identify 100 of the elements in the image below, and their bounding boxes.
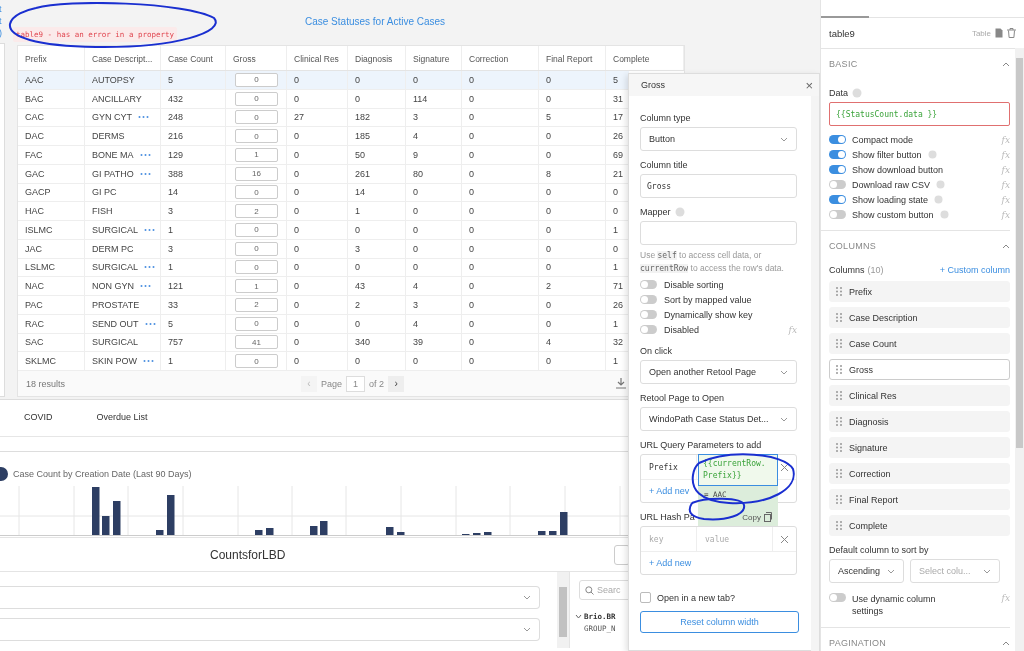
drag-handle-icon[interactable] — [836, 443, 842, 452]
column-header[interactable]: Signature — [406, 46, 462, 70]
cell-button[interactable]: 0 — [235, 72, 278, 87]
dropdown[interactable] — [0, 586, 540, 609]
toggle-switch[interactable] — [640, 325, 657, 334]
more-icon[interactable] — [144, 321, 156, 326]
custom-column-link[interactable]: + Custom column — [939, 265, 1010, 275]
column-title-field[interactable]: Gross — [640, 174, 797, 198]
cell-button[interactable]: 1 — [235, 147, 278, 162]
more-icon[interactable] — [144, 265, 155, 270]
help-icon[interactable] — [674, 207, 685, 217]
mapper-field[interactable] — [640, 221, 797, 245]
add-new-link[interactable]: + Add nev — [649, 486, 690, 496]
checkbox[interactable] — [640, 592, 651, 603]
cell-button[interactable]: 0 — [235, 222, 278, 237]
drag-handle-icon[interactable] — [836, 287, 842, 296]
cell-button[interactable]: 0 — [235, 316, 278, 331]
scrollbar[interactable] — [1015, 48, 1024, 651]
cell-button[interactable]: 0 — [235, 241, 278, 256]
column-header[interactable]: Clinical Res — [287, 46, 348, 70]
column-item[interactable]: Clinical Res — [829, 385, 1010, 406]
action-select[interactable]: Open another Retool Page — [640, 360, 797, 384]
section-title[interactable]: COLUMNS — [829, 241, 877, 251]
column-item[interactable]: Case Count — [829, 333, 1010, 354]
section-title[interactable]: BASIC — [829, 59, 858, 69]
help-icon[interactable] — [927, 150, 937, 159]
toggle-switch[interactable] — [829, 210, 846, 219]
column-item[interactable]: Complete — [829, 515, 1010, 536]
toggle-switch[interactable] — [829, 593, 846, 602]
column-item[interactable]: Gross — [829, 359, 1010, 380]
more-icon[interactable] — [140, 284, 151, 289]
toggle-switch[interactable] — [640, 280, 657, 289]
drag-handle-icon[interactable] — [836, 365, 842, 374]
chevron-icon[interactable] — [1002, 243, 1010, 249]
cell-button[interactable]: 0 — [235, 91, 278, 106]
more-icon[interactable] — [139, 152, 151, 157]
drag-handle-icon[interactable] — [836, 417, 842, 426]
cell-button[interactable]: 0 — [235, 110, 278, 125]
more-icon[interactable] — [144, 227, 155, 232]
drag-handle-icon[interactable] — [836, 495, 842, 504]
more-icon[interactable] — [138, 115, 149, 120]
document-icon[interactable] — [995, 28, 1003, 38]
cell-button[interactable]: 0 — [235, 354, 278, 369]
tab[interactable]: Overdue List — [96, 408, 148, 428]
close-icon[interactable] — [780, 462, 789, 472]
toggle-switch[interactable] — [829, 195, 846, 204]
column-item[interactable]: Prefix — [829, 281, 1010, 302]
column-header[interactable]: Prefix — [18, 46, 85, 70]
drag-handle-icon[interactable] — [836, 313, 842, 322]
cell-button[interactable]: 2 — [235, 297, 278, 312]
cell-button[interactable]: 0 — [235, 260, 278, 275]
cell-button[interactable]: 1 — [235, 279, 278, 294]
toggle-switch[interactable] — [829, 165, 846, 174]
toggle-switch[interactable] — [829, 150, 846, 159]
copy-button[interactable]: Copy — [742, 512, 772, 522]
section-title[interactable]: PAGINATION — [829, 638, 887, 648]
column-item[interactable]: Correction — [829, 463, 1010, 484]
add-new-link[interactable]: + Add new — [649, 558, 692, 568]
column-header[interactable]: Case Descript... — [85, 46, 161, 70]
cell-button[interactable]: 41 — [235, 335, 278, 350]
toggle-switch[interactable] — [640, 295, 657, 304]
trash-icon[interactable] — [1007, 28, 1016, 38]
download-icon[interactable] — [616, 378, 627, 389]
drag-handle-icon[interactable] — [836, 469, 842, 478]
column-header[interactable]: Complete — [606, 46, 684, 70]
column-item[interactable]: Signature — [829, 437, 1010, 458]
help-icon[interactable] — [934, 195, 944, 204]
sort-order-select[interactable]: Ascending — [829, 559, 904, 583]
toggle-switch[interactable] — [829, 180, 846, 189]
drag-handle-icon[interactable] — [836, 339, 842, 348]
chevron-icon[interactable] — [1002, 640, 1010, 646]
column-header[interactable]: Case Count — [161, 46, 226, 70]
key-field[interactable]: Prefix — [641, 455, 697, 479]
help-icon[interactable] — [939, 210, 949, 219]
drag-handle-icon[interactable] — [836, 391, 842, 400]
cell-button[interactable]: 0 — [235, 129, 278, 144]
more-icon[interactable] — [143, 359, 154, 364]
chevron-icon[interactable] — [1002, 61, 1010, 67]
column-type-select[interactable]: Button — [640, 127, 797, 151]
help-icon[interactable] — [936, 180, 946, 189]
scrollbar[interactable] — [811, 96, 819, 651]
column-header[interactable]: Correction — [462, 46, 539, 70]
column-item[interactable]: Final Report — [829, 489, 1010, 510]
page-input[interactable]: 1 — [346, 375, 366, 392]
column-item[interactable]: Diagnosis — [829, 411, 1010, 432]
close-button[interactable]: × — [805, 78, 813, 92]
more-icon[interactable] — [139, 171, 151, 176]
drag-handle-icon[interactable] — [836, 521, 842, 530]
next-page-button[interactable]: › — [388, 375, 405, 392]
reset-column-width-button[interactable]: Reset column width — [640, 611, 799, 633]
column-item[interactable]: Case Description — [829, 307, 1010, 328]
column-header[interactable]: Gross — [226, 46, 287, 70]
table-row[interactable]: AAC AUTOPSY 5 0 0 0 0 0 0 5 — [18, 71, 629, 90]
dropdown[interactable] — [0, 618, 540, 641]
help-icon[interactable] — [852, 88, 862, 98]
toggle-switch[interactable] — [640, 310, 657, 319]
scrollbar[interactable] — [557, 572, 569, 648]
column-header[interactable]: Diagnosis — [348, 46, 406, 70]
cell-button[interactable]: 16 — [235, 166, 278, 181]
tab[interactable]: COVID — [24, 408, 53, 428]
